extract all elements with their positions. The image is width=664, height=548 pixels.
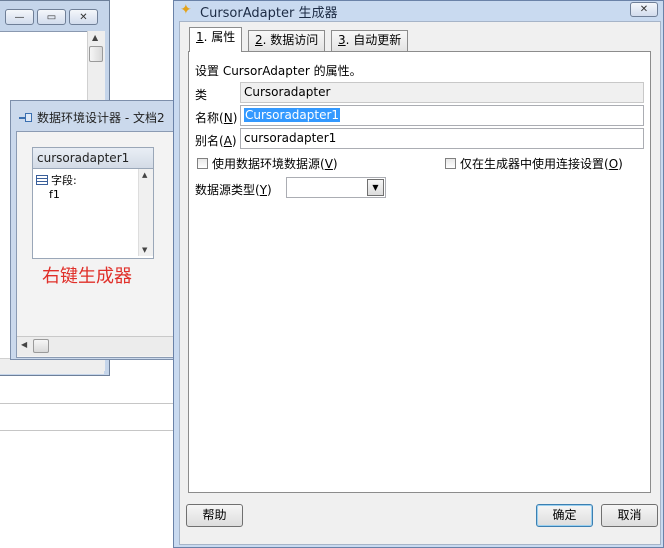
cancel-button[interactable]: 取消 [601, 504, 658, 527]
alias-label-text: 别名 [195, 134, 220, 148]
scroll-down-icon[interactable]: ▼ [142, 246, 147, 254]
dialog-body: 1. 属性 2. 数据访问 3. 自动更新 设置 CursorAdapter 的… [179, 21, 661, 545]
field-item[interactable]: f1 [49, 188, 60, 201]
use-data-environment-label: 使用数据环境数据源(V) [212, 157, 338, 171]
divider [0, 430, 176, 431]
cursoradapter-header[interactable]: cursoradapter1 [33, 148, 153, 169]
alias-label: 别名(A) [195, 134, 237, 148]
horizontal-scrollbar[interactable]: ◀ [17, 336, 177, 356]
scroll-up-icon[interactable]: ▲ [92, 33, 98, 42]
tab-hotkey: 2 [255, 33, 263, 47]
builder-connection-text: 仅在生成器中使用连接设置 [460, 157, 605, 171]
close-icon[interactable]: ✕ [69, 9, 98, 25]
dialog-title: CursorAdapter 生成器 [200, 6, 338, 21]
tab-data-access[interactable]: 2. 数据访问 [248, 30, 326, 51]
dialog-titlebar[interactable]: ✦ CursorAdapter 生成器 ✕ [174, 1, 663, 21]
close-button[interactable]: ✕ [630, 2, 658, 17]
alias-field[interactable]: cursoradapter1 [240, 128, 644, 149]
cursoradapter-object[interactable]: cursoradapter1 字段: f1 ▲ ▼ [32, 147, 154, 259]
cursoradapter-builder-dialog: ✦ CursorAdapter 生成器 ✕ 1. 属性 2. 数据访问 3. 自… [173, 0, 664, 548]
table-icon [36, 175, 48, 185]
datasource-type-text: 数据源类型 [195, 183, 256, 197]
tab-properties[interactable]: 1. 属性 [189, 27, 243, 52]
alias-hotkey: A [223, 134, 232, 148]
tab-label: . 数据访问 [262, 33, 319, 47]
name-field[interactable]: Cursoradapter1 [240, 105, 644, 126]
tab-hotkey: 3 [338, 33, 346, 47]
class-field: Cursoradapter [240, 82, 644, 103]
scroll-thumb[interactable] [33, 339, 49, 353]
name-field-value: Cursoradapter1 [244, 108, 341, 122]
properties-page: 设置 CursorAdapter 的属性。 类 Cursoradapter 名称… [188, 51, 651, 493]
restore-icon[interactable]: ▭ [37, 9, 66, 25]
checkbox-box[interactable] [445, 158, 456, 169]
name-hotkey: N [223, 111, 233, 125]
fields-label: 字段: [51, 174, 77, 187]
minimize-icon[interactable]: — [5, 9, 34, 25]
close-icon: ✕ [639, 4, 649, 15]
datasource-type-combo[interactable]: ▼ [286, 177, 386, 198]
data-environment-icon [19, 112, 33, 124]
window-controls: — ▭ ✕ [5, 9, 98, 25]
builder-connection-checkbox[interactable]: 仅在生成器中使用连接设置(O) [445, 155, 623, 172]
tab-label: . 自动更新 [345, 33, 402, 47]
annotation-text: 右键生成器 [42, 266, 132, 287]
checkbox-box[interactable] [197, 158, 208, 169]
builder-connection-label: 仅在生成器中使用连接设置(O) [460, 157, 623, 171]
data-env-title: 数据环境设计器 - 文档2 [37, 111, 165, 125]
name-label: 名称(N) [195, 111, 238, 125]
tab-hotkey: 1 [196, 30, 204, 44]
scroll-up-icon[interactable]: ▲ [142, 171, 147, 179]
wizard-wand-icon: ✦ [180, 2, 192, 18]
help-button[interactable]: 帮助 [186, 504, 243, 527]
tab-label: . 属性 [203, 30, 236, 44]
name-label-text: 名称 [195, 111, 220, 125]
page-description: 设置 CursorAdapter 的属性。 [195, 64, 362, 78]
scroll-left-icon[interactable]: ◀ [21, 340, 27, 349]
tab-auto-update[interactable]: 3. 自动更新 [331, 30, 409, 51]
class-label: 类 [195, 88, 208, 102]
use-data-environment-hotkey: V [324, 157, 333, 171]
dropdown-arrow-icon[interactable]: ▼ [367, 179, 384, 196]
scroll-thumb[interactable] [89, 46, 103, 62]
data-env-titlebar[interactable]: 数据环境设计器 - 文档2 [19, 109, 165, 126]
datasource-type-label: 数据源类型(Y) [195, 183, 272, 197]
data-env-canvas[interactable]: cursoradapter1 字段: f1 ▲ ▼ ◀ [16, 131, 179, 358]
use-data-environment-text: 使用数据环境数据源 [212, 157, 321, 171]
divider [0, 403, 176, 404]
use-data-environment-checkbox[interactable]: 使用数据环境数据源(V) [197, 155, 338, 172]
horizontal-scrollbar[interactable] [0, 358, 104, 374]
ok-button[interactable]: 确定 [536, 504, 593, 527]
fields-node: 字段: [36, 172, 77, 188]
cursor-scrollbar[interactable]: ▲ ▼ [138, 169, 153, 256]
builder-connection-hotkey: O [608, 157, 619, 171]
datasource-type-hotkey: Y [259, 183, 268, 197]
data-environment-window: 数据环境设计器 - 文档2 cursoradapter1 字段: f1 ▲ ▼ … [10, 100, 179, 360]
